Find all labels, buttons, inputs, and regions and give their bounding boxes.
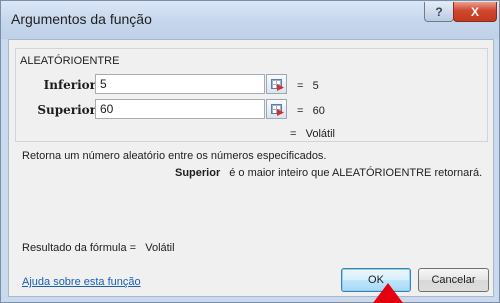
close-icon: X <box>470 4 479 19</box>
ok-button[interactable]: OK <box>341 268 411 292</box>
parameter-description: Superior é o maior inteiro que ALEATÓRIOE… <box>175 167 482 179</box>
inferior-collapse-button[interactable] <box>266 74 287 94</box>
cancel-button[interactable]: Cancelar <box>418 268 489 292</box>
title-bar[interactable]: Argumentos da função ? X <box>1 1 499 39</box>
arguments-group: ALEATÓRIOENTRE Inferior = 5 Superior = 6… <box>15 48 488 142</box>
parameter-name: Superior <box>175 167 221 179</box>
help-icon: ? <box>435 4 443 19</box>
dialog-body: ALEATÓRIOENTRE Inferior = 5 Superior = 6… <box>8 39 494 297</box>
inferior-input[interactable] <box>95 74 265 94</box>
superior-collapse-button[interactable] <box>266 99 287 119</box>
help-link[interactable]: Ajuda sobre esta função <box>22 276 141 288</box>
arg-label-superior: Superior <box>37 103 96 117</box>
help-button[interactable]: ? <box>424 2 454 22</box>
arg-label-inferior: Inferior <box>43 78 96 92</box>
formula-result: Resultado da fórmula = Volátil <box>22 242 175 254</box>
function-arguments-dialog: Argumentos da função ? X ALEATÓRIOENTRE … <box>0 0 500 303</box>
function-name: ALEATÓRIOENTRE <box>20 55 120 67</box>
inferior-value: = 5 <box>297 80 319 92</box>
superior-input[interactable] <box>95 99 265 119</box>
function-result: = Volátil <box>290 128 335 140</box>
parameter-text: é o maior inteiro que ALEATÓRIOENTRE ret… <box>229 167 483 179</box>
function-description: Retorna um número aleatório entre os núm… <box>22 150 327 162</box>
close-button[interactable]: X <box>453 2 497 22</box>
superior-value: = 60 <box>297 105 325 117</box>
window-title: Argumentos da função <box>11 11 152 27</box>
